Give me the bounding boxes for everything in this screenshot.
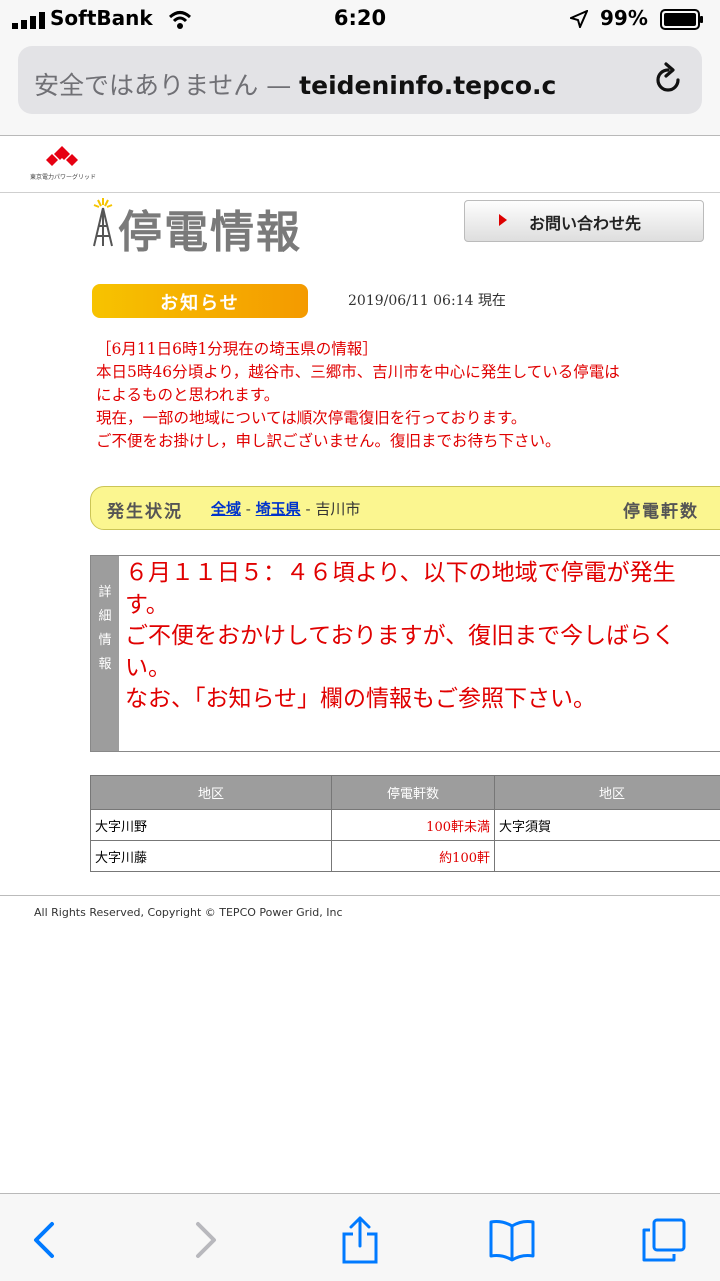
column-header-area: 地区 [91,776,332,810]
browser-toolbar [0,1193,720,1281]
reload-icon[interactable] [650,62,686,98]
detail-side-char: 細 [91,605,119,624]
forward-icon[interactable] [180,1216,228,1264]
page-title: 停電情報 [118,196,302,260]
battery-percent: 99% [600,6,648,30]
occurrence-status-bar: 発生状況 全域 - 埼玉県 - 吉川市 停電軒数 [90,486,720,530]
logo-text: 東京電力パワーグリッド [30,172,96,181]
detail-line: す。 [125,590,720,622]
browser-address-area: 安全ではありません — teideninfo.tepco.c [0,40,720,136]
detail-info-box: 詳 細 情 報 ６月１１日５：４６頃より、以下の地域で停電が発生 す。 ご不便を… [90,555,720,752]
detail-side-char: 情 [91,629,119,648]
share-icon[interactable] [336,1216,384,1264]
location-arrow-icon [570,10,588,28]
back-icon[interactable] [22,1216,70,1264]
notice-line: ［6月11日6時1分現在の埼玉県の情報］ [96,338,720,361]
breadcrumb-all-link[interactable]: 全域 [211,500,241,518]
url-domain: teideninfo.tepco.c [299,71,556,100]
update-timestamp: 2019/06/11 06:14 現在 [348,290,506,310]
table-row: 大字川野 100軒未満 大字須賀 [91,810,720,841]
power-tower-icon [90,198,116,248]
copyright-text: All Rights Reserved, Copyright © TEPCO P… [34,906,343,919]
status-bar: SoftBank 6:20 99% [0,0,720,40]
status-label: 発生状況 [107,497,183,522]
outage-area-table: 地区 停電軒数 地区 大字川野 100軒未満 大字須賀 大字川藤 約100軒 [90,775,720,872]
arrow-right-icon [499,214,507,226]
bookmarks-icon[interactable] [488,1216,536,1264]
notice-badge-label: お知らせ [92,289,308,315]
detail-line: なお、「お知らせ」欄の情報もご参照下さい。 [125,684,720,716]
table-row: 大字川藤 約100軒 [91,841,720,872]
breadcrumb-prefecture-link[interactable]: 埼玉県 [256,500,301,518]
detail-text: ６月１１日５：４６頃より、以下の地域で停電が発生 す。 ご不便をおかけしておりま… [125,558,720,716]
detail-line: ６月１１日５：４６頃より、以下の地域で停電が発生 [125,558,720,590]
count-cell: 約100軒 [332,841,495,872]
column-header-area: 地区 [495,776,720,810]
detail-side-label: 詳 細 情 報 [91,556,119,751]
notice-line: によるものと思われます。 [96,384,720,407]
detail-line: ご不便をおかけしておりますが、復旧まで今しばらく [125,621,720,653]
contact-button[interactable]: お問い合わせ先 [464,200,704,242]
breadcrumb-separator: - [246,500,251,518]
column-header-count: 停電軒数 [332,776,495,810]
notice-line: 現在，一部の地域については順次停電復旧を行っております。 [96,407,720,430]
battery-icon [660,9,704,30]
tepco-logo-icon[interactable] [44,146,80,170]
breadcrumb-separator: - [305,500,310,518]
area-cell [495,841,720,872]
area-cell: 大字川野 [91,810,332,841]
contact-button-label: お問い合わせ先 [529,210,641,234]
url-bar[interactable]: 安全ではありません — teideninfo.tepco.c [18,46,702,114]
area-cell: 大字須賀 [495,810,720,841]
detail-side-char: 詳 [91,581,119,600]
notice-line: 本日5時46分頃より，越谷市、三郷市、吉川市を中心に発生している停電は [96,361,720,384]
table-header-row: 地区 停電軒数 地区 [91,776,720,810]
not-secure-label: 安全ではありません — [34,71,291,100]
notice-text: ［6月11日6時1分現在の埼玉県の情報］ 本日5時46分頃より，越谷市、三郷市、… [96,338,720,453]
detail-side-char: 報 [91,653,119,672]
detail-line: い。 [125,653,720,685]
count-cell: 100軒未満 [332,810,495,841]
breadcrumb-city: 吉川市 [315,500,360,518]
breadcrumb: 全域 - 埼玉県 - 吉川市 [211,498,360,519]
tabs-icon[interactable] [640,1216,688,1264]
footer-divider [0,895,720,896]
notice-line: ご不便をお掛けし，申し訳ございません。復旧までお待ち下さい。 [96,430,720,453]
outage-count-label: 停電軒数 [623,497,699,522]
notice-badge: お知らせ [92,284,308,318]
area-cell: 大字川藤 [91,841,332,872]
site-header: 東京電力パワーグリッド [0,136,720,193]
